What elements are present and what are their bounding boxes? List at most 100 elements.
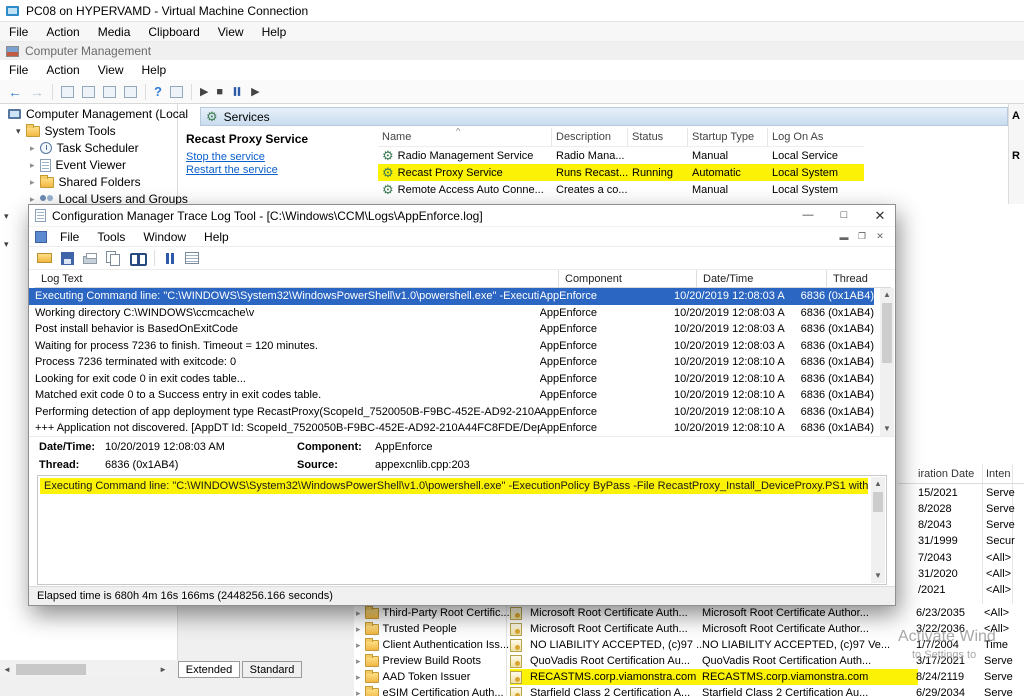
scroll-left-icon[interactable]: ◄ [0, 665, 11, 674]
tree-item-computer-management[interactable]: Computer Management (Local [8, 106, 188, 122]
scroll-up-icon[interactable]: ▲ [871, 477, 885, 491]
vm-menu-clipboard[interactable]: Clipboard [139, 22, 208, 41]
column-header-name[interactable]: Name ^ [378, 128, 552, 146]
tree-collapsed-arrow-icon[interactable]: ▸ [356, 673, 361, 682]
tree-item-task-scheduler[interactable]: ▸ Task Scheduler [30, 140, 139, 156]
trace-menu-help[interactable]: Help [195, 227, 238, 247]
back-icon[interactable]: ← [8, 84, 22, 100]
log-row[interactable]: Process 7236 terminated with exitcode: 0… [29, 354, 874, 371]
vm-menu-action[interactable]: Action [37, 22, 88, 41]
column-header-thread[interactable]: Thread [827, 270, 891, 287]
column-header-log-text[interactable]: Log Text [35, 270, 559, 287]
column-header-description[interactable]: Description [552, 128, 628, 146]
cm-menu-file[interactable]: File [0, 60, 37, 80]
service-row-radio-management[interactable]: ⚙Radio Management Service Radio Mana... … [378, 147, 864, 164]
certificate-row[interactable]: Microsoft Root Certificate Auth... Micro… [510, 605, 1024, 621]
scroll-down-icon[interactable]: ▼ [871, 569, 885, 583]
cert-folder-aad-token-issuer[interactable]: ▸ AAD Token Issuer [356, 669, 470, 685]
column-header-expiration-date[interactable]: iration Date [918, 468, 974, 480]
mdi-minimize-button[interactable]: ▬ [835, 232, 853, 242]
trace-menu-tools[interactable]: Tools [88, 227, 134, 247]
service-row-recast-proxy[interactable]: ⚙Recast Proxy Service Runs Recast... Run… [378, 164, 864, 181]
tree-collapsed-arrow-icon[interactable]: ▸ [30, 144, 35, 153]
tree-expanded-arrow-icon[interactable]: ▾ [4, 212, 9, 221]
cert-folder-esim-ca[interactable]: ▸ eSIM Certification Auth... [356, 685, 504, 696]
trace-menu-window[interactable]: Window [134, 227, 195, 247]
column-header-component[interactable]: Component [559, 270, 697, 287]
scrollbar-thumb[interactable] [873, 492, 883, 512]
tab-extended[interactable]: Extended [178, 661, 240, 678]
vm-menu-media[interactable]: Media [89, 22, 140, 41]
detail-box-scrollbar[interactable]: ▲ ▼ [871, 477, 885, 583]
log-row[interactable]: Post install behavior is BasedOnExitCode… [29, 321, 874, 338]
stop-service-button[interactable]: ■ [216, 84, 223, 100]
start-service-button[interactable]: ▶ [200, 84, 208, 100]
vm-menu-file[interactable]: File [0, 22, 37, 41]
vm-menu-view[interactable]: View [209, 22, 253, 41]
scrollbar-thumb[interactable] [882, 303, 892, 363]
column-header-intended-purposes[interactable]: Inten [986, 468, 1010, 480]
tree-collapsed-arrow-icon[interactable]: ▸ [30, 195, 35, 204]
cm-menu-action[interactable]: Action [37, 60, 88, 80]
log-detail-box[interactable]: Executing Command line: "C:\WINDOWS\Syst… [37, 475, 887, 585]
log-list-scrollbar[interactable]: ▲ ▼ [880, 288, 894, 436]
mdi-close-button[interactable]: ✕ [871, 231, 889, 242]
tree-item-system-tools[interactable]: ▾ System Tools [16, 123, 116, 139]
export-list-icon[interactable] [61, 86, 74, 98]
tab-standard[interactable]: Standard [242, 661, 302, 678]
log-row[interactable]: Looking for exit code 0 in exit codes ta… [29, 371, 874, 388]
tree-collapsed-arrow-icon[interactable]: ▸ [356, 641, 361, 650]
cm-menu-help[interactable]: Help [133, 60, 176, 80]
certificate-row[interactable]: Starfield Class 2 Certification A... Sta… [510, 685, 1024, 696]
cert-folder-third-party-roots[interactable]: ▸ Third-Party Root Certific... [356, 605, 510, 621]
tree-collapsed-arrow-icon[interactable]: ▸ [356, 609, 361, 618]
scroll-up-icon[interactable]: ▲ [880, 288, 894, 302]
column-header-status[interactable]: Status [628, 128, 688, 146]
forward-icon[interactable]: → [30, 84, 44, 100]
log-row[interactable]: Matched exit code 0 to a Success entry i… [29, 387, 874, 404]
refresh-icon[interactable] [124, 86, 137, 98]
column-header-startup-type[interactable]: Startup Type [688, 128, 768, 146]
maximize-button[interactable]: □ [829, 205, 859, 226]
log-row[interactable]: Working directory C:\WINDOWS\ccmcache\vA… [29, 305, 874, 322]
save-icon[interactable] [61, 252, 74, 265]
mdi-restore-button[interactable]: ❐ [853, 231, 871, 242]
copy-icon[interactable] [106, 251, 120, 265]
cmtrace-titlebar[interactable]: Configuration Manager Trace Log Tool - [… [29, 205, 895, 227]
cert-folder-preview-build-roots[interactable]: ▸ Preview Build Roots [356, 653, 481, 669]
service-row-remote-access[interactable]: ⚙Remote Access Auto Conne... Creates a c… [378, 181, 864, 198]
log-row[interactable]: Waiting for process 7236 to finish. Time… [29, 338, 874, 355]
print-icon[interactable] [83, 256, 97, 264]
tree-collapsed-arrow-icon[interactable]: ▸ [30, 178, 35, 187]
close-button[interactable]: ✕ [865, 205, 895, 226]
tree-item-event-viewer[interactable]: ▸ Event Viewer [30, 157, 126, 173]
cm-menu-view[interactable]: View [89, 60, 133, 80]
cert-folder-trusted-people[interactable]: ▸ Trusted People [356, 621, 457, 637]
trace-menu-file[interactable]: File [51, 227, 88, 247]
log-row[interactable]: Performing detection of app deployment t… [29, 404, 874, 421]
column-header-log-on-as[interactable]: Log On As [768, 128, 864, 146]
show-window-icon[interactable] [170, 86, 183, 98]
minimize-button[interactable]: — [793, 205, 823, 226]
tree-expanded-arrow-icon[interactable]: ▾ [16, 127, 21, 136]
scrollbar-thumb[interactable] [16, 664, 86, 675]
find-icon[interactable] [129, 252, 145, 264]
window-icon[interactable] [103, 86, 116, 98]
scroll-down-icon[interactable]: ▼ [880, 422, 894, 436]
restart-service-link[interactable]: Restart the service [186, 164, 278, 176]
scroll-right-icon[interactable]: ► [159, 665, 170, 674]
restart-service-button[interactable]: ▶ [251, 84, 259, 100]
tree-collapsed-arrow-icon[interactable]: ▸ [30, 161, 35, 170]
column-header-date-time[interactable]: Date/Time [697, 270, 827, 287]
properties-icon[interactable] [82, 86, 95, 98]
tree-collapsed-arrow-icon[interactable]: ▸ [356, 625, 361, 634]
tree-item-shared-folders[interactable]: ▸ Shared Folders [30, 174, 141, 190]
tree-collapsed-arrow-icon[interactable]: ▸ [356, 689, 361, 696]
log-row[interactable]: +++ Application not discovered. [AppDT I… [29, 420, 874, 437]
certificate-row-recastms-highlighted[interactable]: RECASTMS.corp.viamonstra.com RECASTMS.co… [510, 669, 1024, 685]
pause-monitoring-icon[interactable] [164, 252, 176, 265]
stop-service-link[interactable]: Stop the service [186, 151, 265, 163]
help-icon[interactable]: ? [154, 84, 162, 100]
vm-menu-help[interactable]: Help [253, 22, 296, 41]
cert-folder-client-auth-issuers[interactable]: ▸ Client Authentication Iss... [356, 637, 509, 653]
